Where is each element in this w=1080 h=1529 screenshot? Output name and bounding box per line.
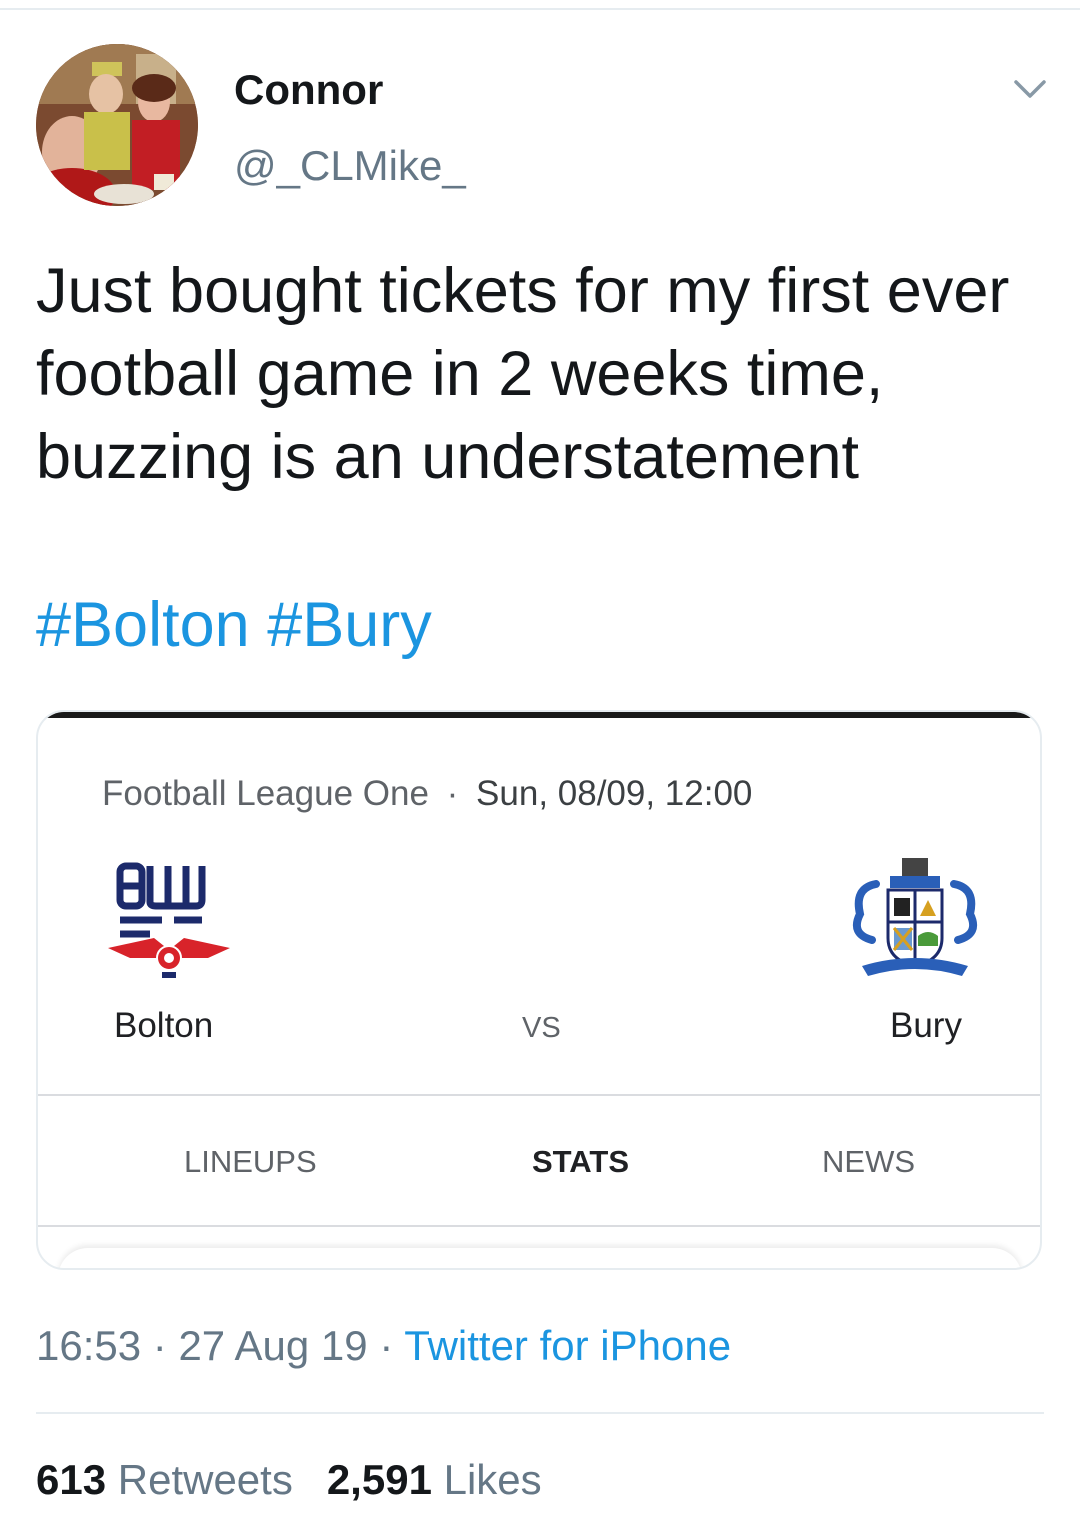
tab-lineups[interactable]: LINEUPS <box>184 1144 317 1180</box>
tweet-text: Just bought tickets for my first ever fo… <box>36 256 1010 492</box>
tweet-hashtags: #Bolton #Bury <box>36 584 432 667</box>
league-name: Football League One <box>102 774 429 813</box>
match-card-image[interactable]: Football League One · Sun, 08/09, 12:00 <box>36 710 1042 1270</box>
card-bottom-edge <box>58 1248 1022 1268</box>
author-name[interactable]: Connor <box>234 66 383 114</box>
tab-news[interactable]: NEWS <box>822 1144 915 1180</box>
separator: · <box>152 1322 167 1369</box>
top-divider <box>0 8 1080 10</box>
likes-stat[interactable]: 2,591 Likes <box>327 1456 542 1503</box>
separator: · <box>379 1322 394 1369</box>
meta-divider <box>36 1412 1044 1414</box>
tweet-meta: 16:53 · 27 Aug 19 · Twitter for iPhone <box>36 1322 731 1370</box>
retweets-label: Retweets <box>117 1456 293 1503</box>
avatar[interactable] <box>36 44 198 206</box>
likes-label: Likes <box>443 1456 542 1503</box>
likes-count: 2,591 <box>326 1456 432 1503</box>
vs-label: VS <box>522 1012 561 1044</box>
match-datetime: Sun, 08/09, 12:00 <box>476 774 753 813</box>
home-team-name: Bolton <box>114 1006 214 1045</box>
engagement-stats: 613 Retweets 2,591 Likes <box>36 1456 542 1504</box>
chevron-down-icon[interactable] <box>1012 76 1048 104</box>
tab-stats[interactable]: STATS <box>532 1144 629 1180</box>
retweets-count: 613 <box>36 1456 107 1503</box>
away-team-name: Bury <box>890 1006 962 1045</box>
card-divider <box>38 1094 1040 1096</box>
avatar-photo <box>36 44 198 206</box>
tweet-source-link[interactable]: Twitter for iPhone <box>404 1322 731 1369</box>
bury-crest-icon <box>850 854 980 984</box>
card-divider <box>38 1225 1040 1227</box>
tweet-date: 27 Aug 19 <box>178 1322 368 1369</box>
author-handle[interactable]: @_CLMike_ <box>234 142 466 190</box>
card-top-bar <box>38 712 1040 718</box>
hashtag-link[interactable]: #Bury <box>267 590 432 660</box>
retweets-stat[interactable]: 613 Retweets <box>36 1456 293 1503</box>
match-info: Football League One · Sun, 08/09, 12:00 <box>102 774 752 814</box>
hashtag-link[interactable]: #Bolton <box>36 590 250 660</box>
tweet-time: 16:53 <box>36 1322 142 1369</box>
separator: · <box>446 774 459 813</box>
bolton-crest-icon <box>104 854 234 984</box>
